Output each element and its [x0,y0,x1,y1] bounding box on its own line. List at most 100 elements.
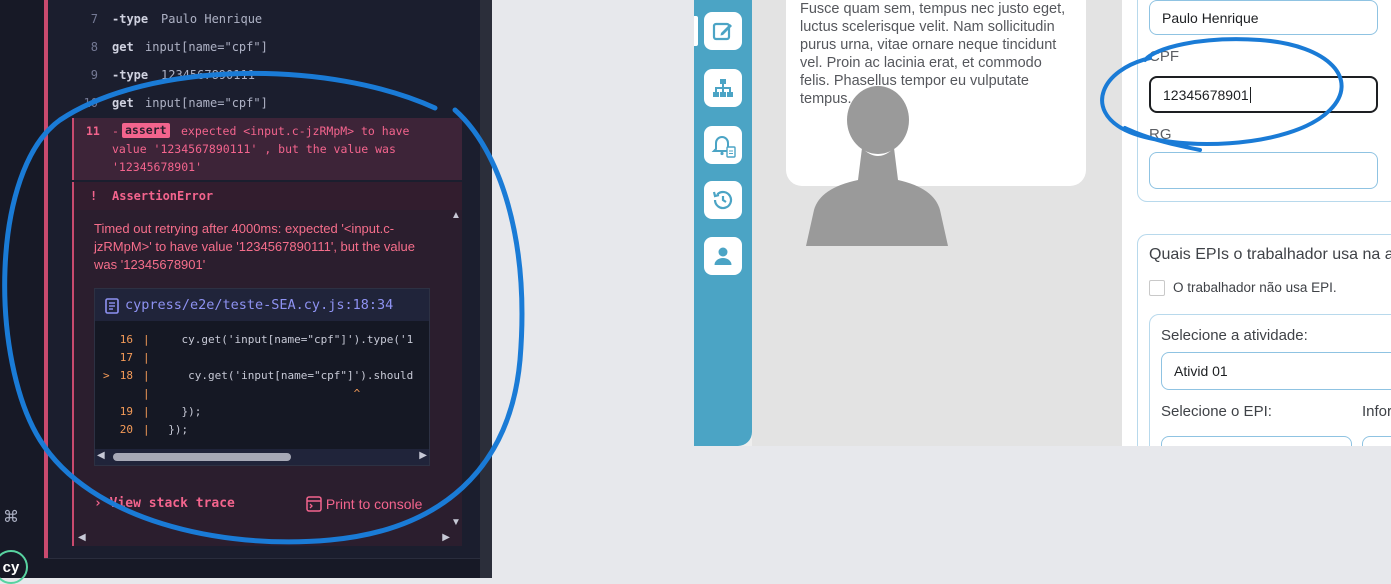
text-cursor [1249,86,1251,103]
assert-message-line-2: value '1234567890111' , but the value wa… [112,142,396,156]
command-number: 9 [90,68,98,82]
command-number: 11 [86,124,100,138]
error-bang-icon: ! [90,189,98,203]
assert-prefix: - [112,124,119,138]
code-line: | ^ [95,387,429,405]
assert-message-line-1: expected <input.c-jzRMpM> to have [181,124,410,138]
error-footer: › View stack trace Print to console [94,496,434,516]
code-text: cy.get('input[name="cpf"]').should [155,369,414,382]
history-icon [712,190,733,210]
error-horizontal-scrollbar[interactable]: ◀ ▶ [74,532,462,546]
cypress-runner: ⌘ cy 7 -type Paulo Henrique 8 get input[… [0,0,480,584]
code-text-content: cy.get('input[name="cpf"]').type('1 [155,333,414,346]
code-gutter: | [143,369,150,382]
sidebar-item-notifications[interactable] [704,126,742,164]
panel-divider[interactable] [480,0,492,578]
command-arg: input[name="cpf"] [145,96,268,110]
print-to-console-button[interactable]: Print to console [306,496,422,512]
scrollbar-thumb[interactable] [113,453,291,461]
code-line: 16 | cy.get('input[name="cpf"]').type('1 [95,333,429,351]
command-name: -type [112,12,149,26]
cpf-input[interactable]: 12345678901 [1149,76,1378,113]
command-arg: Paulo Henrique [161,12,263,26]
scroll-left-arrow-icon[interactable]: ◀ [78,532,86,543]
keyboard-shortcuts-icon[interactable]: ⌘ [2,508,20,528]
scroll-right-arrow-icon[interactable]: ▶ [419,450,427,461]
assert-message-line-3: '12345678901' [112,160,203,174]
sidebar-item-edit[interactable] [704,12,742,50]
org-chart-icon [713,79,733,97]
code-line-number: 19 [119,405,133,418]
runner-status-bar [44,558,480,578]
code-text: }); [155,405,202,418]
error-message: Timed out retrying after 4000ms: expecte… [94,221,415,272]
rg-input[interactable] [1149,152,1378,189]
info-label: Infor [1362,403,1391,420]
activity-select[interactable]: Ativid 01 [1161,352,1391,390]
command-name: get [112,40,134,54]
code-frame: cypress/e2e/teste-SEA.cy.js:18:34 16 | c… [94,288,430,466]
command-row[interactable]: 8 get input[name="cpf"] [72,38,462,66]
cpf-value: 12345678901 [1163,86,1249,103]
edit-icon [712,22,732,41]
error-panel: ! AssertionError Timed out retrying afte… [72,182,462,546]
code-horizontal-scrollbar[interactable]: ◀ ▶ [95,449,429,465]
console-icon [306,496,322,512]
activity-label: Selecione a atividade: [1161,327,1308,344]
code-line-highlighted: > 18 | cy.get('input[name="cpf"]').shoul… [95,369,429,387]
code-frame-file-bar[interactable]: cypress/e2e/teste-SEA.cy.js:18:34 [95,289,429,321]
code-line: 20 | }); [95,423,429,441]
person-icon [714,247,732,265]
command-row[interactable]: 7 -type Paulo Henrique [72,10,462,38]
code-gutter: | [143,423,150,436]
chevron-right-icon: › [94,496,102,511]
command-number: 7 [90,12,98,26]
epi-select[interactable] [1161,436,1352,446]
error-header: ! AssertionError [74,182,462,210]
code-line: 19 | }); [95,405,429,423]
code-gutter: | [143,333,150,346]
command-name: -type [112,68,149,82]
rg-label: RG [1149,126,1172,143]
command-number: 8 [90,40,98,54]
code-line-number: 20 [119,423,133,436]
cpf-label: CPF [1149,48,1179,65]
cypress-logo[interactable]: cy [0,550,28,584]
code-frame-file-link[interactable]: cypress/e2e/teste-SEA.cy.js:18:34 [125,297,393,313]
code-text: }); [155,423,189,436]
view-stack-trace-button[interactable]: › View stack trace [94,496,235,511]
sidebar-item-org-chart[interactable] [704,69,742,107]
scroll-down-arrow-icon[interactable]: ▼ [451,517,461,528]
epi-select-label: Selecione o EPI: [1161,403,1272,420]
code-line-number: 17 [119,351,133,364]
sidebar-item-profile[interactable] [704,237,742,275]
error-vertical-scrollbar[interactable]: ▲ ▼ [450,210,462,528]
code-gutter: | [143,351,150,364]
error-title: AssertionError [112,189,214,203]
avatar-placeholder [806,86,948,246]
command-name: get [112,96,134,110]
name-input[interactable]: Paulo Henrique [1149,0,1378,35]
print-to-console-label: Print to console [325,496,423,512]
sidebar-item-history[interactable] [704,181,742,219]
code-line: 17 | [95,351,429,369]
no-epi-checkbox[interactable] [1149,280,1165,296]
code-caret: ^ [155,387,361,400]
active-indicator [694,16,698,46]
info-input[interactable] [1362,436,1391,446]
scroll-right-arrow-icon[interactable]: ▶ [442,532,450,543]
code-line-number: 16 [119,333,133,346]
command-row[interactable]: 9 -type 1234567890111 [72,66,462,94]
bell-document-icon [711,136,736,158]
assert-command-row[interactable]: 11 - assert expected <input.c-jzRMpM> to… [72,118,462,180]
code-text: cy.get('input[name="cpf"]').type('1 [155,333,429,346]
scroll-up-arrow-icon[interactable]: ▲ [451,210,461,221]
scroll-left-arrow-icon[interactable]: ◀ [97,450,105,461]
assert-badge: assert [122,123,170,138]
runner-icon-rail: ⌘ cy [0,0,44,584]
no-epi-label: O trabalhador não usa EPI. [1173,280,1337,295]
code-gutter: | [143,405,150,418]
epi-question: Quais EPIs o trabalhador usa na a [1149,246,1391,263]
app-sidebar [694,0,752,446]
code-line-number: 18 [119,369,133,382]
